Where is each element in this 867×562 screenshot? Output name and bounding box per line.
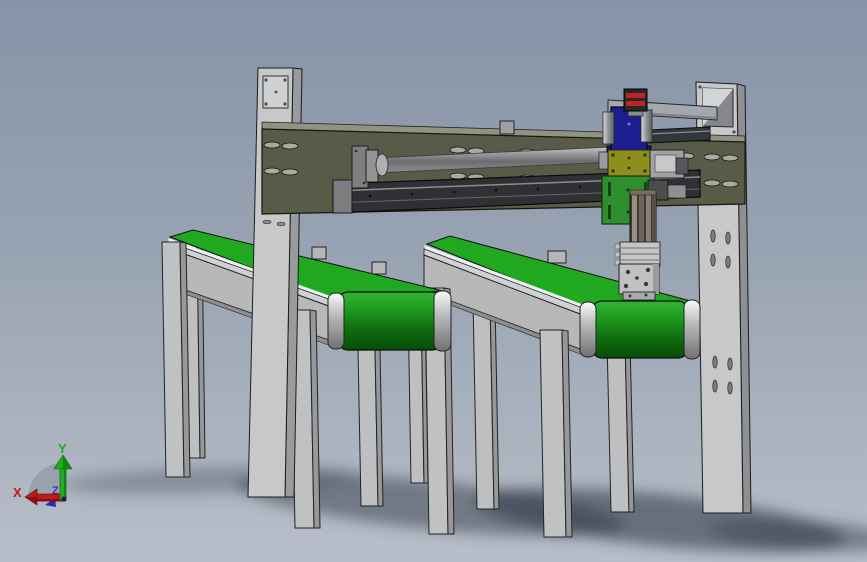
triad-origin bbox=[61, 496, 67, 502]
gripper-foot[interactable] bbox=[622, 291, 656, 301]
upper-rail-body[interactable] bbox=[648, 126, 711, 144]
upper-guide-rail[interactable] bbox=[648, 126, 711, 144]
axis-y-label: Y bbox=[58, 441, 67, 456]
conveyor-leg[interactable] bbox=[472, 299, 500, 510]
guide-shaft[interactable] bbox=[602, 111, 615, 145]
axis-x-label: X bbox=[13, 485, 22, 500]
actuator-dot bbox=[627, 122, 631, 126]
foot-hole bbox=[628, 294, 632, 298]
y-shaft-shade bbox=[64, 466, 67, 500]
drive-roller[interactable] bbox=[327, 290, 452, 352]
slide-rod bbox=[639, 194, 644, 246]
roller-belt-wrap[interactable] bbox=[591, 300, 689, 359]
beam-sensor[interactable] bbox=[499, 120, 515, 135]
sensor-bracket[interactable] bbox=[371, 261, 387, 275]
cad-window: Z X Y bbox=[0, 0, 867, 562]
sensor-stripe bbox=[626, 101, 645, 106]
roller-cap[interactable] bbox=[683, 299, 701, 360]
sensor-bracket[interactable] bbox=[547, 250, 567, 264]
z-slide-rods[interactable] bbox=[629, 189, 657, 247]
roller-cap[interactable] bbox=[579, 301, 597, 358]
bellows-coupling[interactable] bbox=[614, 241, 661, 267]
conveyor-leg[interactable] bbox=[606, 339, 635, 513]
gripper-head[interactable] bbox=[618, 263, 660, 301]
drive-roller[interactable] bbox=[579, 299, 701, 360]
conveyor-leg[interactable] bbox=[161, 241, 191, 478]
slide-rod bbox=[646, 194, 651, 246]
screw bbox=[354, 149, 358, 153]
clamp-block[interactable] bbox=[667, 184, 687, 199]
roller-cap[interactable] bbox=[327, 292, 345, 350]
screw bbox=[698, 85, 702, 89]
roller-cap[interactable] bbox=[433, 290, 452, 352]
gripper-side-shade bbox=[653, 264, 659, 294]
y-axis-motor[interactable] bbox=[649, 149, 689, 179]
screw bbox=[362, 181, 366, 185]
slide-cap bbox=[629, 189, 657, 196]
rail-end-block[interactable] bbox=[332, 179, 353, 214]
roller-belt-wrap[interactable] bbox=[337, 291, 443, 351]
sensor-bracket[interactable] bbox=[311, 246, 327, 260]
sensor-housing[interactable] bbox=[623, 88, 648, 112]
motor-face bbox=[654, 154, 677, 173]
motor-cap bbox=[675, 157, 689, 175]
slide-rod bbox=[632, 194, 637, 246]
slide-rod bbox=[652, 194, 656, 246]
sensor-stripe bbox=[626, 93, 645, 98]
screw bbox=[732, 130, 736, 134]
conveyor-leg[interactable] bbox=[539, 329, 573, 538]
foot-hole bbox=[644, 293, 648, 297]
viewport-3d[interactable]: Z X Y bbox=[0, 0, 867, 562]
limit-sensor[interactable] bbox=[623, 88, 648, 112]
shaft-hub bbox=[375, 153, 389, 177]
